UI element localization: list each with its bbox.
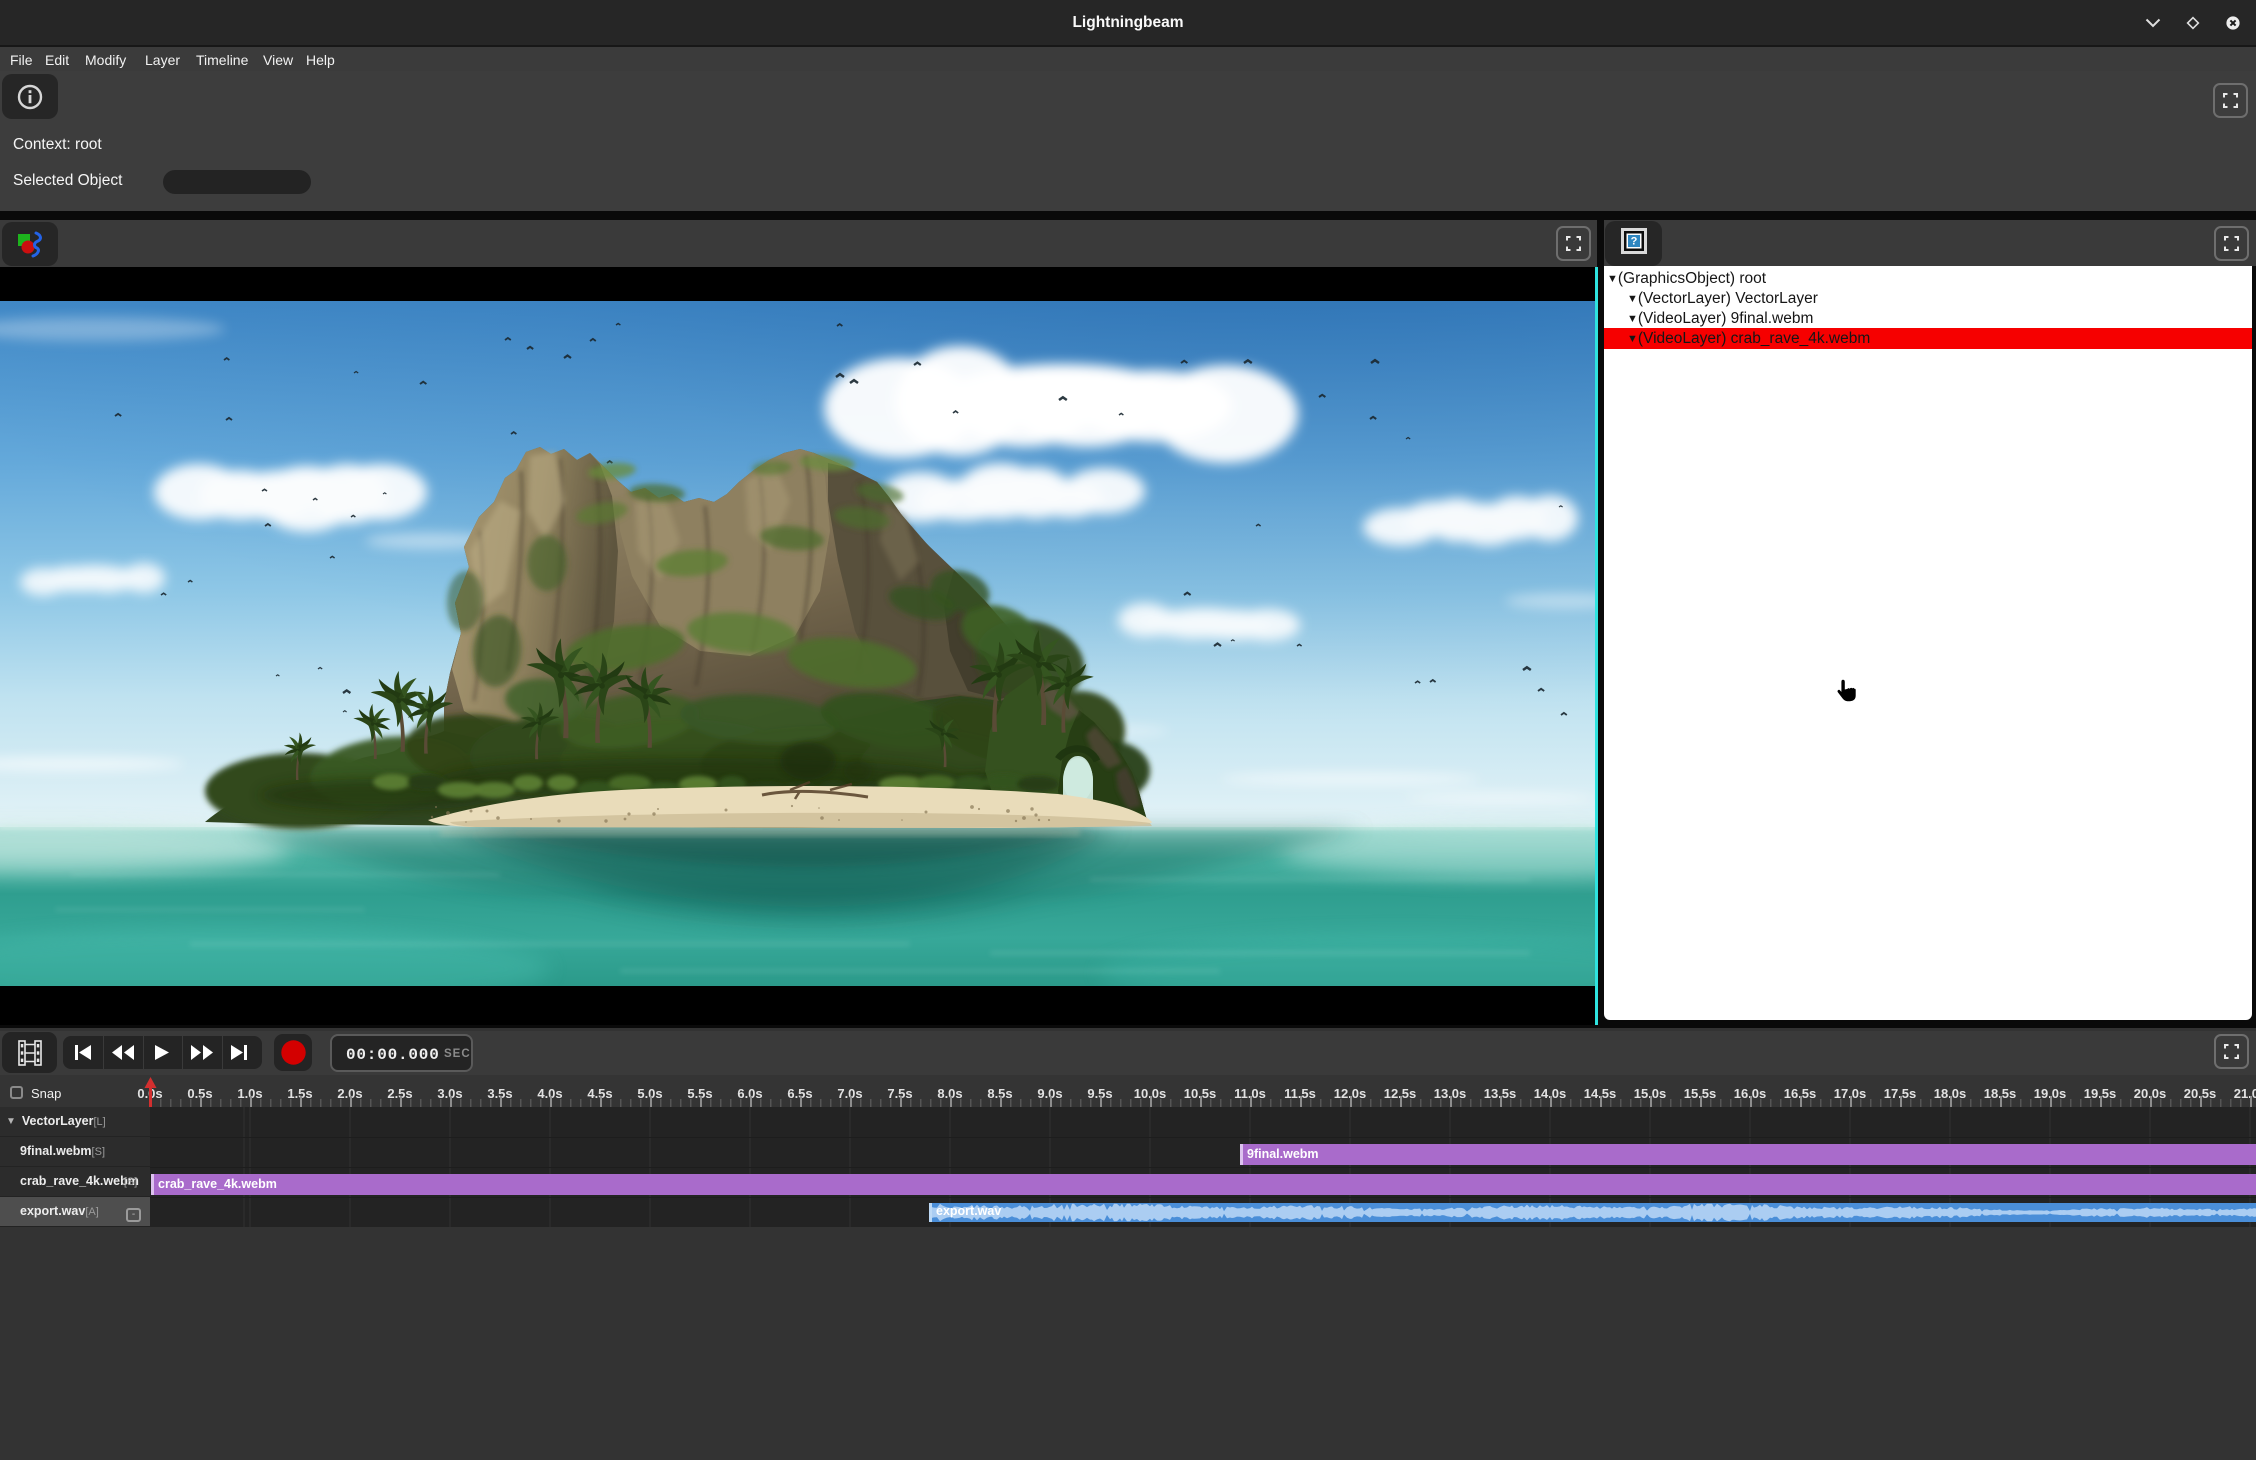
svg-text:?: ?: [1631, 236, 1638, 248]
